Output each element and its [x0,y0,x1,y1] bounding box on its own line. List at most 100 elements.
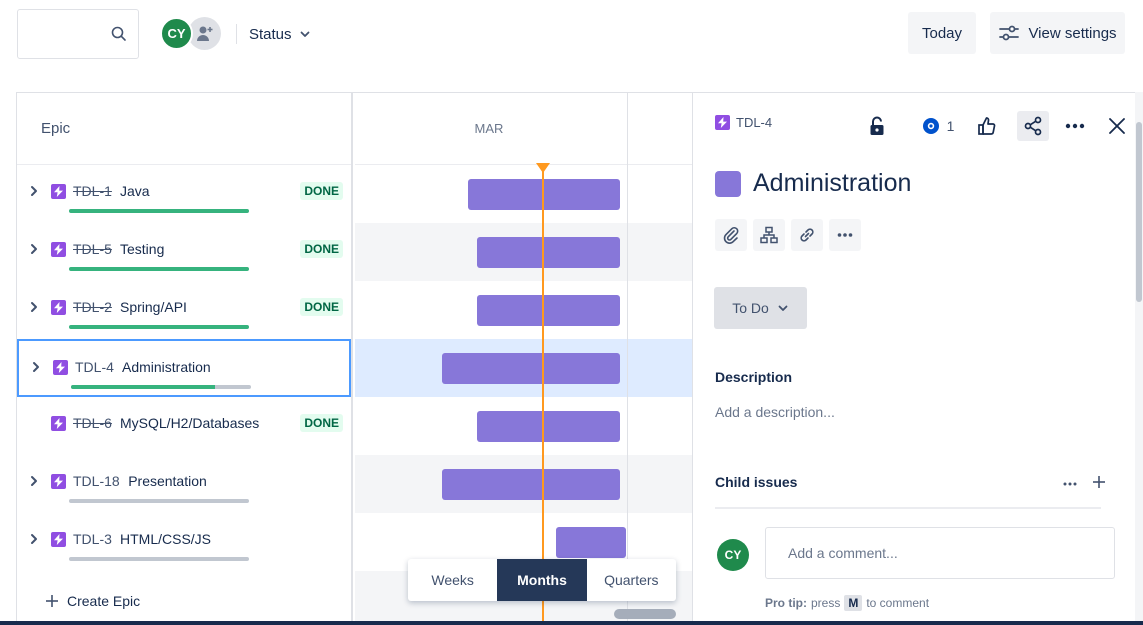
search-icon [111,26,126,41]
link-issue-button[interactable] [791,219,823,251]
epic-name[interactable]: Testing [120,241,164,257]
epic-name[interactable]: Presentation [128,473,207,489]
issue-title[interactable]: Administration [753,169,911,198]
lock-button[interactable] [865,111,889,141]
epic-name[interactable]: Java [120,183,150,199]
link-icon [800,228,814,242]
epic-name[interactable]: MySQL/H2/Databases [120,415,259,431]
epic-row[interactable]: TDL-6 MySQL/H2/Databases DONE [17,397,351,455]
epic-row[interactable]: TDL-18 Presentation [17,455,351,513]
add-child-issue-button[interactable] [753,219,785,251]
add-child-issue-plus-button[interactable] [1092,469,1106,495]
more-apps-button[interactable] [829,219,861,251]
month-divider [627,93,628,625]
epic-lightning-icon [53,360,68,375]
create-epic-label: Create Epic [67,593,141,609]
issue-status-dropdown[interactable]: To Do [714,287,807,329]
description-input[interactable]: Add a description... [715,404,835,420]
timeline-bar[interactable] [442,469,620,500]
chevron-down-icon [778,305,788,311]
pro-tip: Pro tip: press M to comment [765,595,929,611]
share-icon [1024,116,1042,136]
epic-lightning-icon [51,242,66,257]
epic-key: TDL-3 [73,531,112,547]
epic-name[interactable]: Administration [122,359,211,375]
toolbar-divider [236,24,237,44]
epic-row[interactable]: TDL-4 Administration [17,339,351,397]
epic-row[interactable]: TDL-1 Java DONE [17,165,351,223]
search-box[interactable] [17,9,139,59]
timeline-bar[interactable] [477,295,620,326]
unlock-icon [870,116,884,135]
pro-tip-press: press [811,596,841,610]
more-icon [837,233,853,237]
timeline-bar[interactable] [468,179,620,210]
child-issues-more-button[interactable] [1063,473,1077,491]
today-button[interactable]: Today [908,12,976,54]
horizontal-scrollbar[interactable] [614,609,676,619]
zoom-quarters-button[interactable]: Quarters [587,559,676,601]
like-button[interactable] [973,111,1001,141]
comment-placeholder: Add a comment... [788,545,898,561]
search-input[interactable] [26,10,114,58]
epic-color-swatch[interactable] [715,170,741,197]
thumbs-up-icon [978,117,996,135]
chevron-right-icon[interactable] [27,184,41,198]
pro-tip-key: M [844,595,863,611]
epic-lightning-icon [51,474,66,489]
timeline-bar[interactable] [477,411,620,442]
status-filter-dropdown[interactable]: Status [249,18,311,50]
more-icon [1063,482,1077,486]
chevron-right-icon[interactable] [27,532,41,546]
epic-name[interactable]: HTML/CSS/JS [120,531,211,547]
chevron-right-icon[interactable] [27,474,41,488]
epic-row[interactable]: TDL-3 HTML/CSS/JS [17,513,351,571]
zoom-switcher: Weeks Months Quarters [408,559,676,601]
zoom-weeks-button[interactable]: Weeks [408,559,497,601]
epic-row[interactable]: TDL-5 Testing DONE [17,223,351,281]
paperclip-icon [723,226,739,244]
epic-lightning-icon [51,184,66,199]
vertical-scrollbar[interactable] [1136,122,1142,302]
attach-button[interactable] [715,219,747,251]
month-label: MAR [474,121,504,136]
watch-button[interactable]: 1 [915,111,961,141]
status-badge: DONE [300,240,343,258]
epic-key: TDL-2 [73,299,112,315]
epic-list: Epic TDL-1 Java DONE TDL-5 Testing DONE TDL-2 S… [17,93,353,625]
avatar-initials: CY [167,26,186,41]
epic-progress-fill [71,385,215,389]
chevron-right-icon[interactable] [27,242,41,256]
avatar[interactable]: CY [160,17,193,50]
close-button[interactable] [1103,111,1131,141]
status-badge: DONE [300,414,343,432]
share-button[interactable] [1017,111,1049,141]
epic-column-header: Epic [17,93,351,165]
issue-detail-panel: TDL-4 1 Administration To Do Description… [692,92,1143,625]
month-header: MAR [355,93,692,165]
epic-type-icon [715,115,730,130]
comment-input[interactable]: Add a comment... [765,527,1115,579]
zoom-months-button[interactable]: Months [497,559,587,601]
watch-count: 1 [946,118,955,134]
timeline-bar[interactable] [442,353,620,384]
epic-row[interactable]: TDL-2 Spring/API DONE [17,281,351,339]
bottom-edge [0,621,1143,625]
chevron-right-icon[interactable] [27,300,41,314]
eye-icon [922,118,939,134]
timeline-bar[interactable] [556,527,626,558]
hierarchy-icon [760,226,778,244]
timeline-bar[interactable] [477,237,620,268]
epic-rows: TDL-1 Java DONE TDL-5 Testing DONE TDL-2 Spring… [17,165,351,571]
more-actions-button[interactable] [1061,111,1089,141]
epic-key: TDL-6 [73,415,112,431]
create-epic-button[interactable]: Create Epic [45,593,140,609]
view-settings-button[interactable]: View settings [990,12,1125,54]
close-icon [1109,118,1125,134]
epic-progress-bar [69,325,249,329]
issue-key: TDL-4 [736,115,773,130]
chevron-right-icon[interactable] [29,360,43,374]
issue-title-row: Administration [715,169,911,198]
epic-name[interactable]: Spring/API [120,299,187,315]
issue-key-link[interactable]: TDL-4 [715,115,772,130]
